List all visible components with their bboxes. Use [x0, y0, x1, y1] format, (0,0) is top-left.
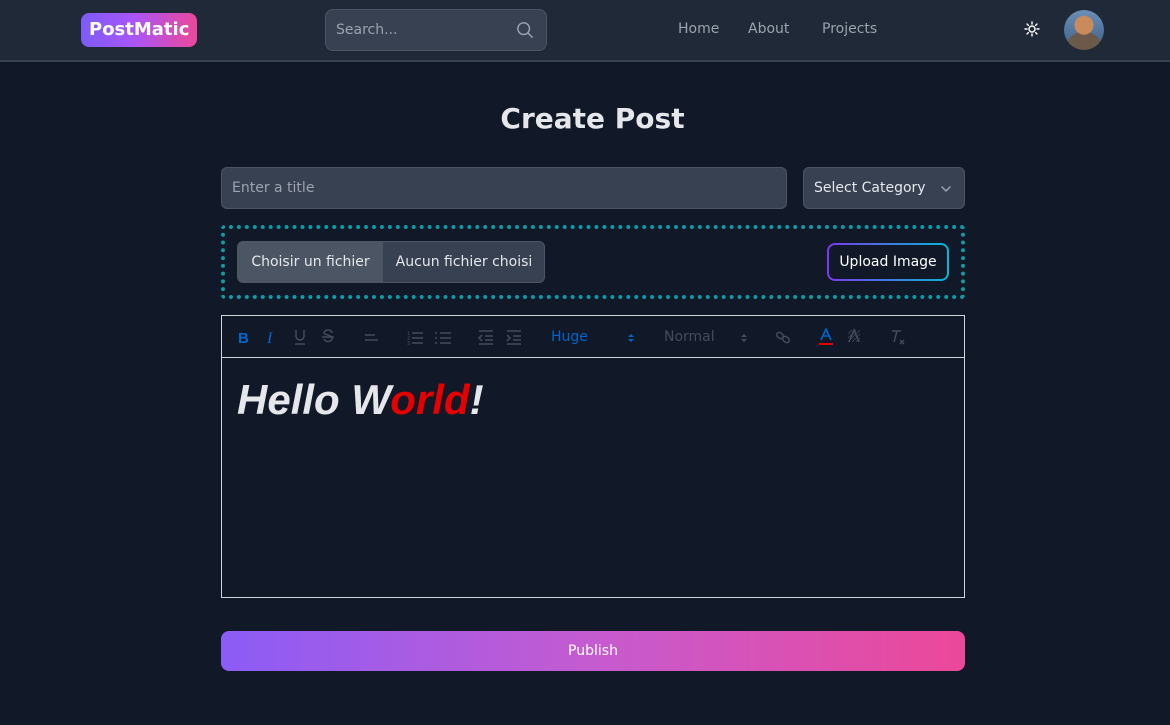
- editor-text: Hello World!: [237, 376, 484, 424]
- image-upload-area: Choisir un fichier Aucun fichier choisi …: [221, 225, 965, 299]
- rich-text-editor: B I 1 2 3 Huge Normal Hello World!: [221, 315, 965, 598]
- upload-image-button[interactable]: Upload Image: [827, 243, 949, 281]
- title-input[interactable]: [221, 167, 787, 209]
- top-header: PostMatic Home About Projects: [0, 0, 1170, 62]
- category-select[interactable]: Select Category: [803, 167, 965, 209]
- heading-select[interactable]: Normal: [657, 316, 752, 358]
- sun-icon[interactable]: [1024, 21, 1040, 37]
- file-input[interactable]: Choisir un fichier Aucun fichier choisi: [237, 241, 545, 283]
- text-segment-white: !: [469, 376, 484, 423]
- nav-home[interactable]: Home: [678, 21, 719, 37]
- clear-format-icon[interactable]: [889, 328, 907, 346]
- nav-projects[interactable]: Projects: [822, 21, 877, 37]
- indent-icon[interactable]: [505, 328, 523, 346]
- file-status: Aucun fichier choisi: [395, 254, 533, 270]
- publish-button[interactable]: Publish: [221, 631, 965, 671]
- underline-icon[interactable]: [292, 328, 308, 346]
- svg-text:3: 3: [407, 341, 410, 346]
- font-size-value: Huge: [551, 329, 588, 345]
- font-size-select[interactable]: Huge: [544, 316, 639, 358]
- strike-icon[interactable]: [320, 328, 336, 346]
- heading-value: Normal: [664, 329, 715, 345]
- nav-about[interactable]: About: [748, 21, 789, 37]
- search-input[interactable]: [336, 10, 506, 50]
- text-color-icon[interactable]: [818, 328, 834, 346]
- text-segment-red: orld: [390, 376, 470, 423]
- editor-content[interactable]: Hello World!: [222, 358, 964, 597]
- link-icon[interactable]: [775, 328, 791, 346]
- chevron-down-icon: [941, 186, 951, 193]
- ordered-list-icon[interactable]: 1 2 3: [406, 328, 424, 346]
- search-icon[interactable]: [516, 21, 534, 39]
- align-icon[interactable]: [363, 328, 379, 346]
- svg-text:I: I: [266, 330, 273, 346]
- brand-logo[interactable]: PostMatic: [81, 13, 198, 47]
- category-select-value: Select Category: [814, 180, 926, 196]
- outdent-icon[interactable]: [477, 328, 495, 346]
- text-segment-white: Hello W: [237, 376, 391, 423]
- editor-toolbar: B I 1 2 3 Huge Normal: [222, 316, 964, 358]
- page-title: Create Post: [500, 102, 685, 135]
- select-arrows-icon: [628, 334, 634, 342]
- svg-text:B: B: [238, 330, 249, 346]
- background-color-icon[interactable]: [846, 328, 862, 346]
- bold-icon[interactable]: B: [236, 328, 252, 346]
- select-arrows-icon: [741, 334, 747, 342]
- user-avatar[interactable]: [1064, 10, 1104, 50]
- italic-icon[interactable]: I: [264, 328, 280, 346]
- bullet-list-icon[interactable]: [434, 328, 452, 346]
- choose-file-button[interactable]: Choisir un fichier: [238, 242, 383, 282]
- search-box[interactable]: [325, 9, 547, 51]
